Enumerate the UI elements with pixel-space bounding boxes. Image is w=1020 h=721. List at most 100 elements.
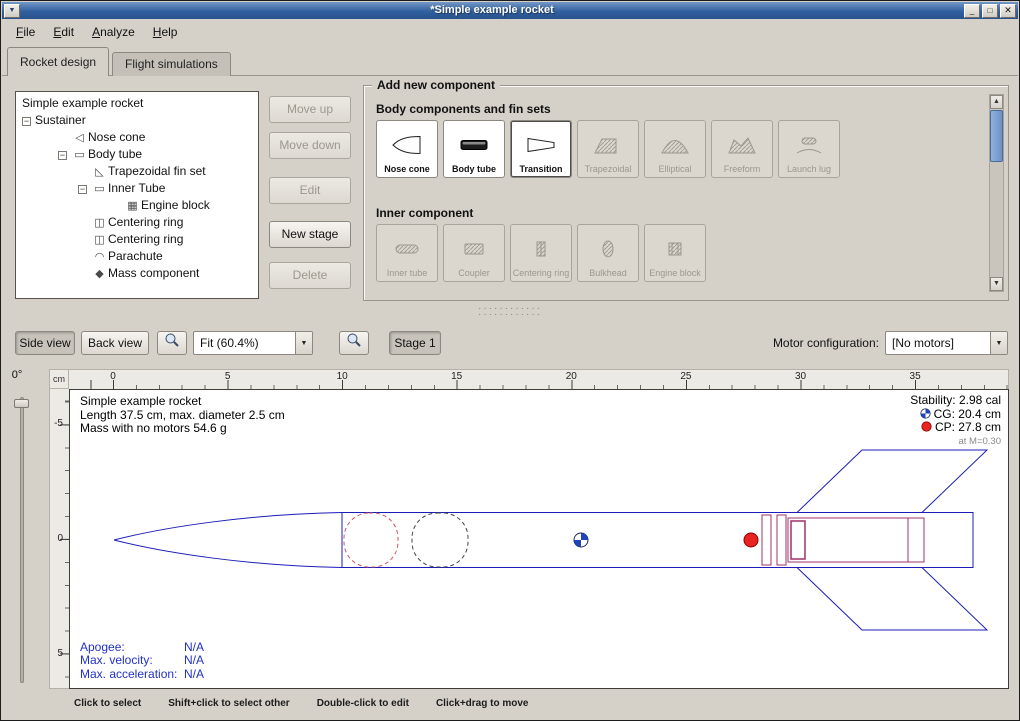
- motor-configuration-select[interactable]: [No motors] ▼: [885, 331, 1008, 355]
- cp-readout: CP: 27.8 cm: [910, 421, 1001, 435]
- button-label: Body tube: [452, 164, 496, 174]
- collapse-handle-icon[interactable]: [58, 151, 67, 160]
- menu-file[interactable]: File: [7, 21, 44, 43]
- window-menu-button[interactable]: ▼: [4, 4, 20, 18]
- tab-flight-simulations[interactable]: Flight simulations: [112, 52, 231, 76]
- add-inner-tube-button[interactable]: Inner tube: [376, 224, 438, 282]
- cg-value: CG: 20.4 cm: [934, 407, 1001, 421]
- ruler-unit: cm: [49, 369, 69, 389]
- button-label: Engine block: [649, 268, 701, 278]
- add-engine-block-button[interactable]: Engine block: [644, 224, 706, 282]
- add-freeform-fin-button[interactable]: Freeform: [711, 120, 773, 178]
- ruler-number: 0: [49, 533, 63, 545]
- component-scrollbar[interactable]: ▲ ▼: [989, 94, 1004, 292]
- bulkhead-icon: [592, 229, 624, 268]
- zoom-in-button[interactable]: [157, 331, 187, 355]
- launch-lug-icon: [793, 125, 825, 164]
- tree-item-label: Centering ring: [108, 232, 183, 246]
- zoom-out-button[interactable]: [339, 331, 369, 355]
- nose-cone-icon: ◁: [71, 130, 88, 147]
- zoom-select[interactable]: Fit (60.4%) ▼: [193, 331, 313, 355]
- tree-item-label: Mass component: [108, 266, 199, 280]
- collapse-handle-icon[interactable]: [22, 117, 31, 126]
- body-tube-icon: ▭: [71, 147, 88, 164]
- chevron-down-icon[interactable]: ▼: [990, 332, 1007, 354]
- rotation-slider[interactable]: [14, 393, 30, 687]
- max-acceleration-label: Max. acceleration:: [80, 668, 184, 682]
- collapse-handle-icon[interactable]: [78, 185, 87, 194]
- add-elliptical-fin-button[interactable]: Elliptical: [644, 120, 706, 178]
- tree-item-rocket[interactable]: Simple example rocket: [16, 95, 258, 112]
- new-stage-button[interactable]: New stage: [269, 221, 351, 248]
- tree-item-fin-set[interactable]: ◺Trapezoidal fin set: [16, 163, 258, 180]
- inner-tube-icon: ▭: [91, 181, 108, 198]
- tree-item-centering-ring-2[interactable]: ◫Centering ring: [16, 231, 258, 248]
- coupler-icon: [458, 229, 490, 268]
- add-body-tube-button[interactable]: Body tube: [443, 120, 505, 178]
- scrollbar-thumb[interactable]: [990, 110, 1003, 162]
- application-window: ▼ *Simple example rocket _ □ ✕ File Edit…: [0, 0, 1020, 721]
- magnifier-icon: [164, 332, 180, 355]
- body-tube-icon: [458, 125, 490, 164]
- tree-item-label: Trapezoidal fin set: [108, 164, 206, 178]
- tree-item-label: Sustainer: [35, 113, 86, 127]
- menu-help[interactable]: Help: [144, 21, 187, 43]
- ruler-number: 30: [786, 371, 816, 382]
- minimize-button[interactable]: _: [964, 4, 980, 18]
- add-bulkhead-button[interactable]: Bulkhead: [577, 224, 639, 282]
- ruler-number: 5: [49, 648, 63, 660]
- add-transition-button[interactable]: Transition: [510, 120, 572, 178]
- stability-value: Stability: 2.98 cal: [910, 394, 1001, 408]
- back-view-button[interactable]: Back view: [81, 331, 149, 355]
- stability-readout: Stability: 2.98 cal CG: 20.4 cm CP: 27.8…: [910, 394, 1001, 448]
- menu-edit[interactable]: Edit: [44, 21, 83, 43]
- maximize-button[interactable]: □: [982, 4, 998, 18]
- split-pane-divider[interactable]: [1, 306, 1019, 321]
- button-label: Coupler: [458, 268, 490, 278]
- scroll-up-icon[interactable]: ▲: [990, 95, 1003, 109]
- move-down-button[interactable]: Move down: [269, 132, 351, 159]
- stage-1-toggle[interactable]: Stage 1: [389, 331, 441, 355]
- add-coupler-button[interactable]: Coupler: [443, 224, 505, 282]
- tab-rocket-design[interactable]: Rocket design: [7, 47, 109, 76]
- cp-value: CP: 27.8 cm: [935, 420, 1001, 434]
- tree-item-parachute[interactable]: ◠Parachute: [16, 248, 258, 265]
- menu-analyze[interactable]: Analyze: [83, 21, 144, 43]
- tree-item-inner-tube[interactable]: ▭Inner Tube: [16, 180, 258, 197]
- slider-track[interactable]: [20, 397, 24, 683]
- delete-button[interactable]: Delete: [269, 262, 351, 289]
- rocket-figure-canvas[interactable]: Simple example rocket Length 37.5 cm, ma…: [69, 389, 1009, 689]
- tree-item-engine-block[interactable]: ▦Engine block: [16, 197, 258, 214]
- side-view-button[interactable]: Side view: [15, 331, 75, 355]
- add-launch-lug-button[interactable]: Launch lug: [778, 120, 840, 178]
- inner-component-label: Inner component: [376, 206, 473, 220]
- ruler-number: 25: [671, 371, 701, 382]
- chevron-down-icon[interactable]: ▼: [295, 332, 312, 354]
- add-nose-cone-button[interactable]: Nose cone: [376, 120, 438, 178]
- mass-component-icon: ◆: [91, 266, 108, 283]
- tree-item-body-tube[interactable]: ▭Body tube: [16, 146, 258, 163]
- tree-item-nose-cone[interactable]: ◁Nose cone: [16, 129, 258, 146]
- tree-item-stage[interactable]: Sustainer: [16, 112, 258, 129]
- add-component-panel: Add new component Body components and fi…: [363, 85, 1009, 301]
- centering-ring-icon: [525, 229, 557, 268]
- title-bar[interactable]: ▼ *Simple example rocket _ □ ✕: [2, 2, 1018, 19]
- centering-ring-icon: ◫: [91, 232, 108, 249]
- ruler-number: 0: [98, 371, 128, 382]
- body-components-label: Body components and fin sets: [376, 102, 551, 116]
- cp-icon: [921, 421, 932, 432]
- apogee-label: Apogee:: [80, 641, 184, 655]
- rocket-mass: Mass with no motors 54.6 g: [80, 422, 285, 436]
- move-up-button[interactable]: Move up: [269, 96, 351, 123]
- component-tree[interactable]: Simple example rocket Sustainer ◁Nose co…: [15, 91, 259, 299]
- tree-item-mass-component[interactable]: ◆Mass component: [16, 265, 258, 282]
- scroll-down-icon[interactable]: ▼: [990, 277, 1003, 291]
- add-centering-ring-button[interactable]: Centering ring: [510, 224, 572, 282]
- button-label: Launch lug: [787, 164, 831, 174]
- add-trapezoidal-fin-button[interactable]: Trapezoidal: [577, 120, 639, 178]
- edit-button[interactable]: Edit: [269, 177, 351, 204]
- close-button[interactable]: ✕: [1000, 4, 1016, 18]
- tree-item-centering-ring-1[interactable]: ◫Centering ring: [16, 214, 258, 231]
- slider-handle[interactable]: [14, 399, 29, 408]
- centering-ring-icon: ◫: [91, 215, 108, 232]
